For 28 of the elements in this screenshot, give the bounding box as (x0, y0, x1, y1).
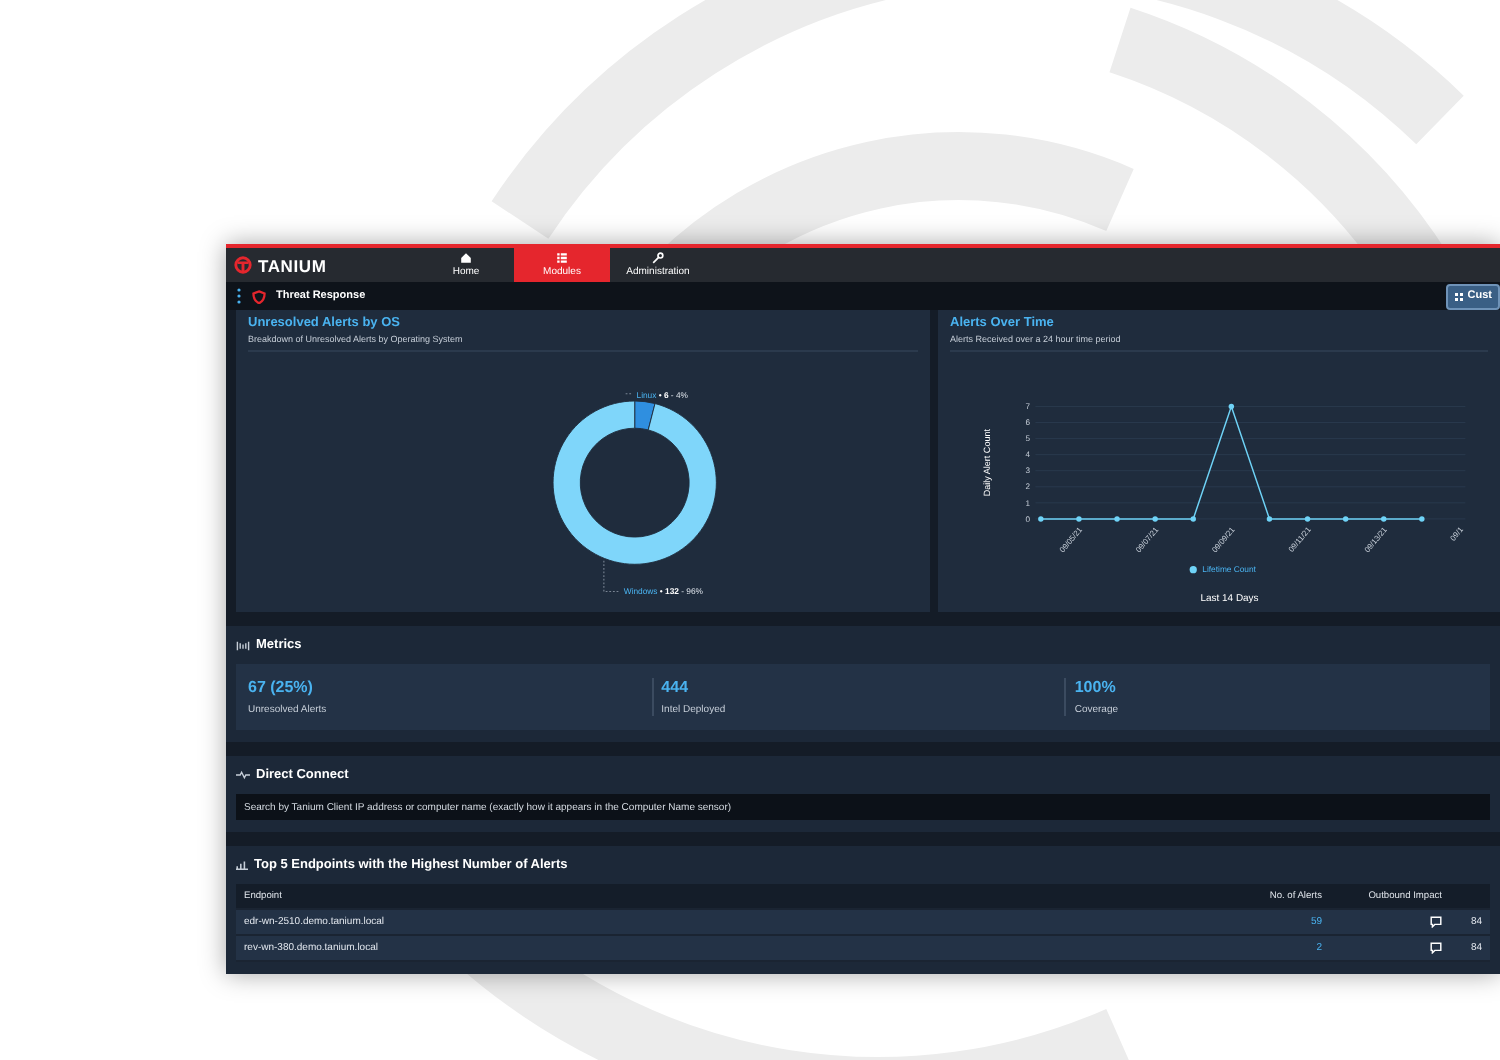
data-point (1228, 403, 1235, 410)
grid-icon (1453, 291, 1464, 302)
data-point (1076, 516, 1082, 522)
bar-chart-icon (236, 860, 248, 870)
data-point (1419, 516, 1425, 522)
data-point (1266, 516, 1273, 522)
data-point (1342, 516, 1349, 522)
kebab-menu-icon (236, 288, 242, 305)
comment-icon (1430, 942, 1442, 954)
metric-value: 100% (1074, 678, 1118, 696)
data-point (1114, 516, 1120, 522)
shield-icon (252, 289, 266, 304)
metric-value: 67 (25%) (248, 678, 315, 696)
data-point (1190, 516, 1196, 522)
metric-value: 444 (661, 678, 691, 696)
data-point (1304, 516, 1311, 522)
legend-marker (1189, 566, 1197, 574)
brand-name: TANIUM (258, 255, 327, 276)
data-point (1152, 516, 1158, 522)
comment-icon (1430, 916, 1442, 928)
logo-icon (234, 256, 252, 275)
pulse-icon (236, 770, 250, 780)
list-icon (556, 252, 568, 265)
data-point (1038, 516, 1044, 522)
data-point (1381, 516, 1387, 522)
key-icon (652, 252, 664, 265)
home-icon (460, 252, 472, 265)
leader-line (603, 560, 619, 593)
